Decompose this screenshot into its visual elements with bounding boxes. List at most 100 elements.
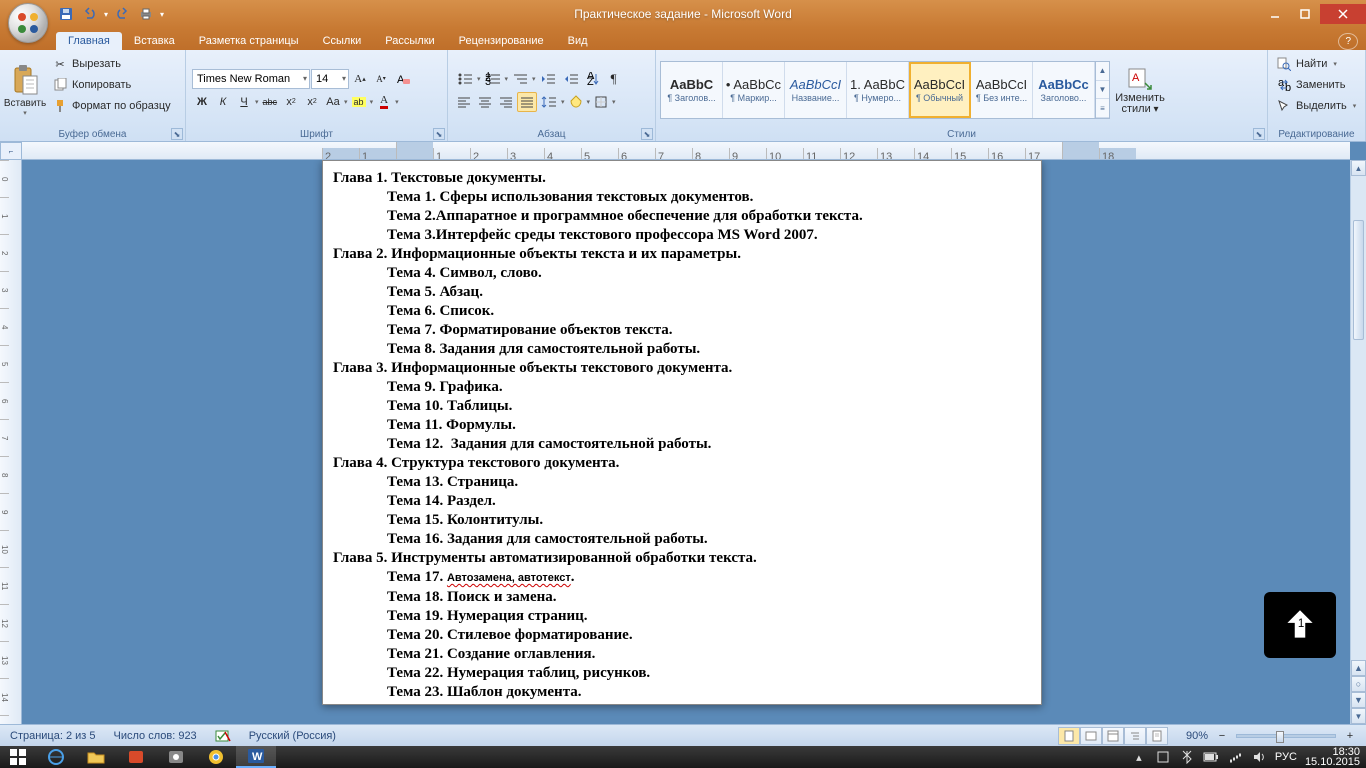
doc-line[interactable]: Тема 9. Графика. [333,378,1031,397]
status-proofing[interactable] [211,727,235,745]
tray-bluetooth-icon[interactable] [1179,749,1195,765]
format-painter-button[interactable]: Формат по образцу [48,96,175,116]
doc-line[interactable]: Тема 6. Список. [333,302,1031,321]
minimize-button[interactable] [1260,4,1290,24]
doc-line[interactable]: Тема 10. Таблицы. [333,397,1031,416]
quickprint-icon[interactable] [136,4,156,24]
redo-icon[interactable] [112,4,132,24]
tab-главная[interactable]: Главная [56,32,122,50]
tray-volume-icon[interactable] [1251,749,1267,765]
vertical-ruler[interactable]: 0123456789101112131415 [0,160,22,724]
styles-launcher-icon[interactable]: ⬊ [1253,128,1265,140]
subscript-button[interactable]: x2 [281,92,301,112]
doc-line[interactable]: Тема 18. Поиск и замена. [333,588,1031,607]
replace-button[interactable]: abЗаменить [1272,75,1360,95]
page[interactable]: Глава 1. Текстовые документы.Тема 1. Сфе… [322,160,1042,705]
italic-button[interactable]: К [213,92,233,112]
qat-customize-icon[interactable]: ▾ [160,10,164,19]
paragraph-launcher-icon[interactable]: ⬊ [641,128,653,140]
status-language[interactable]: Русский (Россия) [245,728,340,744]
doc-line[interactable]: Глава 2. Информационные объекты текста и… [333,245,1031,264]
tray-language[interactable]: РУС [1275,751,1297,763]
decrease-indent-button[interactable] [537,69,559,89]
increase-indent-button[interactable] [560,69,582,89]
doc-line[interactable]: Глава 3. Информационные объекты текстово… [333,359,1031,378]
align-left-button[interactable] [454,92,474,112]
doc-line[interactable]: Тема 2.Аппаратное и программное обеспече… [333,207,1031,226]
doc-line[interactable]: Тема 11. Формулы. [333,416,1031,435]
task-word-icon[interactable]: W [236,746,276,768]
align-center-button[interactable] [475,92,495,112]
style-item[interactable]: AaBbC¶ Заголов... [661,62,723,118]
grow-font-button[interactable]: A▴ [350,69,370,89]
style-item[interactable]: 1. AaBbC¶ Нумеро... [847,62,909,118]
tab-вставка[interactable]: Вставка [122,32,187,50]
close-button[interactable] [1320,4,1366,24]
sort-button[interactable]: AZ [583,69,603,89]
doc-line[interactable]: Тема 14. Раздел. [333,492,1031,511]
help-icon[interactable]: ? [1338,33,1358,50]
style-item[interactable]: • AaBbCc¶ Маркир... [723,62,785,118]
superscript-button[interactable]: x2 [302,92,322,112]
view-web-layout[interactable] [1102,727,1124,745]
view-draft[interactable] [1146,727,1168,745]
status-words[interactable]: Число слов: 923 [110,728,201,744]
tab-рецензирование[interactable]: Рецензирование [447,32,556,50]
task-chrome-icon[interactable] [196,746,236,768]
maximize-button[interactable] [1290,4,1320,24]
tray-battery-icon[interactable] [1203,749,1219,765]
shading-button[interactable] [566,92,586,112]
next-page-button[interactable]: ▼ [1351,692,1366,708]
underline-button[interactable]: Ч [234,92,254,112]
scroll-down-button[interactable]: ▼ [1351,708,1366,724]
doc-line[interactable]: Тема 19. Нумерация страниц. [333,607,1031,626]
tray-up-icon[interactable]: ▴ [1131,749,1147,765]
paste-button[interactable]: Вставить ▾ [4,52,46,128]
doc-line[interactable]: Глава 1. Текстовые документы. [333,169,1031,188]
zoom-level[interactable]: 90% [1186,730,1208,742]
doc-line[interactable]: Тема 5. Абзац. [333,283,1031,302]
zoom-slider[interactable] [1236,734,1336,738]
doc-line[interactable]: Тема 16. Задания для самостоятельной раб… [333,530,1031,549]
task-app2-icon[interactable] [156,746,196,768]
cut-button[interactable]: ✂Вырезать [48,54,175,74]
tab-вид[interactable]: Вид [556,32,600,50]
scroll-thumb[interactable] [1353,220,1364,340]
strike-button[interactable]: abc [260,92,281,112]
tray-network-icon[interactable] [1227,749,1243,765]
doc-line[interactable]: Тема 1. Сферы использования текстовых до… [333,188,1031,207]
view-full-screen[interactable] [1080,727,1102,745]
line-spacing-button[interactable] [538,92,560,112]
style-item[interactable]: AaBbCcI¶ Без инте... [971,62,1033,118]
select-button[interactable]: Выделить▾ [1272,96,1360,116]
start-button[interactable] [0,746,36,768]
doc-line[interactable]: Тема 22. Нумерация таблиц, рисунков. [333,664,1031,683]
doc-line[interactable]: Тема 21. Создание оглавления. [333,645,1031,664]
undo-icon[interactable] [80,4,100,24]
task-ie-icon[interactable] [36,746,76,768]
ruler-corner[interactable]: ⌐ [0,142,22,160]
tab-разметка страницы[interactable]: Разметка страницы [187,32,311,50]
doc-line[interactable]: Глава 4. Структура текстового документа. [333,454,1031,473]
copy-button[interactable]: Копировать [48,75,175,95]
doc-line[interactable]: Тема 15. Колонтитулы. [333,511,1031,530]
tray-touch-icon[interactable] [1155,749,1171,765]
document-viewport[interactable]: Глава 1. Текстовые документы.Тема 1. Сфе… [22,160,1350,724]
font-size-combo[interactable]: 14▾ [311,69,349,89]
doc-line[interactable]: Тема 7. Форматирование объектов текста. [333,321,1031,340]
task-explorer-icon[interactable] [76,746,116,768]
change-styles-button[interactable]: A Изменить стили ▾ [1112,63,1168,117]
document-body[interactable]: Глава 1. Текстовые документы.Тема 1. Сфе… [323,161,1041,704]
tray-clock[interactable]: 18:30 15.10.2015 [1305,747,1360,767]
scroll-up-button[interactable]: ▲ [1351,160,1366,176]
highlight-button[interactable]: ab [349,92,369,112]
style-item[interactable]: AaBbCcI¶ Обычный [909,62,971,118]
doc-line[interactable]: Тема 13. Страница. [333,473,1031,492]
doc-line[interactable]: Тема 8. Задания для самостоятельной рабо… [333,340,1031,359]
styles-scroll[interactable]: ▲▼≡ [1095,62,1109,118]
change-case-button[interactable]: Aa [323,92,343,112]
tab-ссылки[interactable]: Ссылки [311,32,374,50]
clear-formatting-button[interactable]: A [392,69,414,89]
justify-button[interactable] [517,92,537,112]
font-family-combo[interactable]: Times New Roman▾ [192,69,310,89]
